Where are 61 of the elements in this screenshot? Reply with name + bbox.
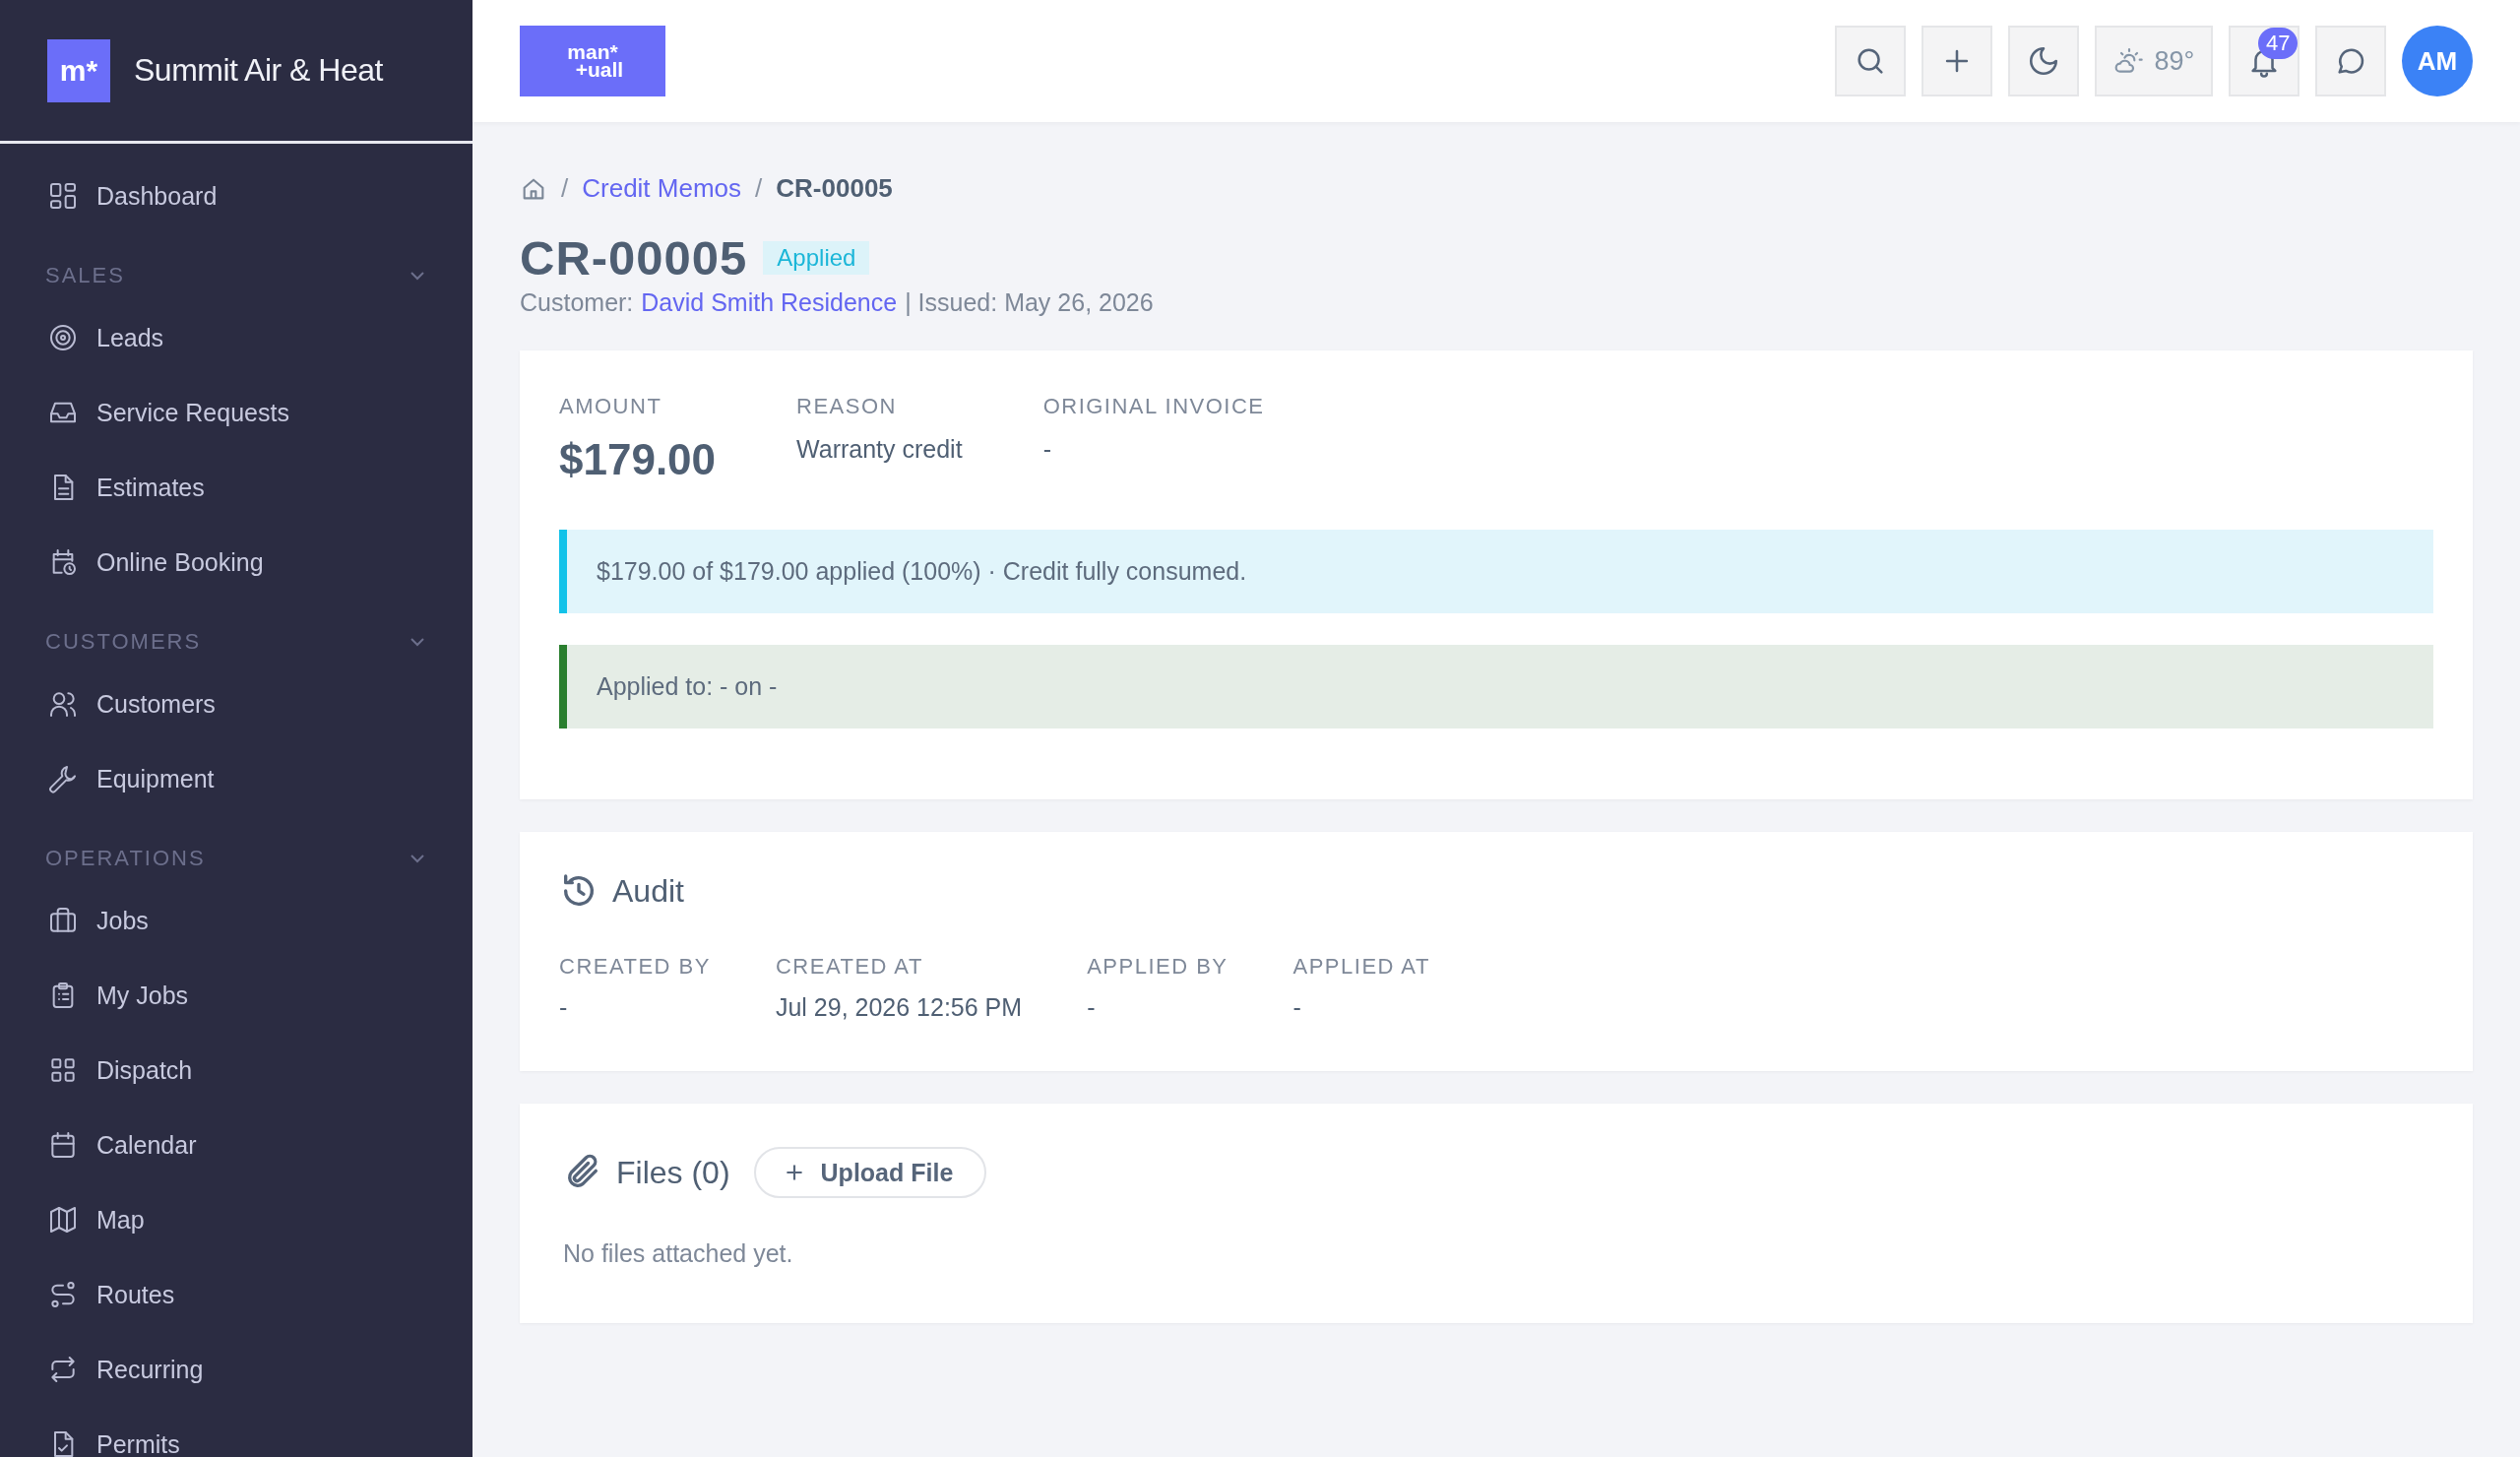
sidebar-item[interactable]: Leads [0,300,472,375]
brand-name: Summit Air & Heat [134,52,383,89]
upload-file-button[interactable]: Upload File [753,1147,987,1198]
notification-badge: 47 [2258,28,2299,59]
sidebar-item[interactable]: Routes [0,1257,472,1332]
field-label: REASON [796,394,898,419]
field-value: Jul 29, 2026 12:56 PM [775,993,1023,1022]
sidebar-item[interactable]: Customers [0,666,472,741]
status-badge: Applied [763,241,870,275]
field-label: CREATED BY [559,954,711,980]
chat-button[interactable] [2315,26,2386,96]
user-avatar[interactable]: AM [2402,26,2473,96]
section-title: Audit [612,872,684,910]
field-label: APPLIED BY [1087,954,1228,980]
wrench-icon [47,763,79,794]
sidebar-item[interactable]: Jobs [0,883,472,958]
field-value: - [1292,993,1302,1022]
sidebar-item[interactable]: Map [0,1182,472,1257]
notifications-button[interactable]: 47 [2229,26,2300,96]
field-value: - [559,993,569,1022]
amount-value: $179.00 [559,435,717,484]
sidebar-item[interactable]: Dashboard [0,158,472,233]
page-title: CR-00005 [520,231,748,285]
field-label: AMOUNT [559,394,663,419]
map-icon [47,1204,79,1235]
grid-icon [47,180,79,212]
breadcrumb-separator: / [755,173,763,204]
section-label: SALES [45,263,125,288]
field-value: - [1042,435,1052,464]
field-value: - [1087,993,1097,1022]
field-label: APPLIED AT [1292,954,1430,980]
breadcrumb-current: CR-00005 [776,173,893,204]
sidebar-item[interactable]: Online Booking [0,525,472,600]
empty-message: No files attached yet. [563,1239,794,1268]
sidebar-item[interactable]: Recurring [0,1332,472,1407]
moon-icon [2027,44,2060,78]
issued-date: | Issued: May 26, 2026 [905,288,1154,317]
search-button[interactable] [1835,26,1906,96]
breadcrumb-separator: / [561,173,569,204]
sidebar-item[interactable]: Service Requests [0,375,472,450]
theme-button[interactable] [2008,26,2079,96]
section-label: OPERATIONS [45,846,206,871]
breadcrumb-link[interactable]: Credit Memos [582,173,742,204]
success-alert: Applied to: - on - [559,645,2433,728]
sidebar-item[interactable]: Dispatch [0,1033,472,1108]
target-icon [47,322,79,353]
sidebar-item[interactable]: Estimates [0,450,472,525]
customer-link[interactable]: David Smith Residence [641,288,898,317]
customer-label: Customer: [520,288,634,317]
section-label: CUSTOMERS [45,629,202,655]
brand-logo: m* [47,38,110,102]
section-title: Files (0) [616,1154,730,1191]
info-alert: $179.00 of $179.00 applied (100%) · Credit fully consumed. [559,530,2433,613]
field-label: CREATED AT [775,954,924,980]
sidebar-item[interactable]: Equipment [0,741,472,816]
sidebar-item[interactable]: Permits [0,1407,472,1457]
sidebar-item[interactable]: My Jobs [0,958,472,1033]
field-value: Warranty credit [796,435,963,464]
app-logo[interactable]: man* +uall [520,26,665,96]
sidebar-item[interactable]: Calendar [0,1108,472,1182]
field-label: ORIGINAL INVOICE [1042,394,1265,419]
